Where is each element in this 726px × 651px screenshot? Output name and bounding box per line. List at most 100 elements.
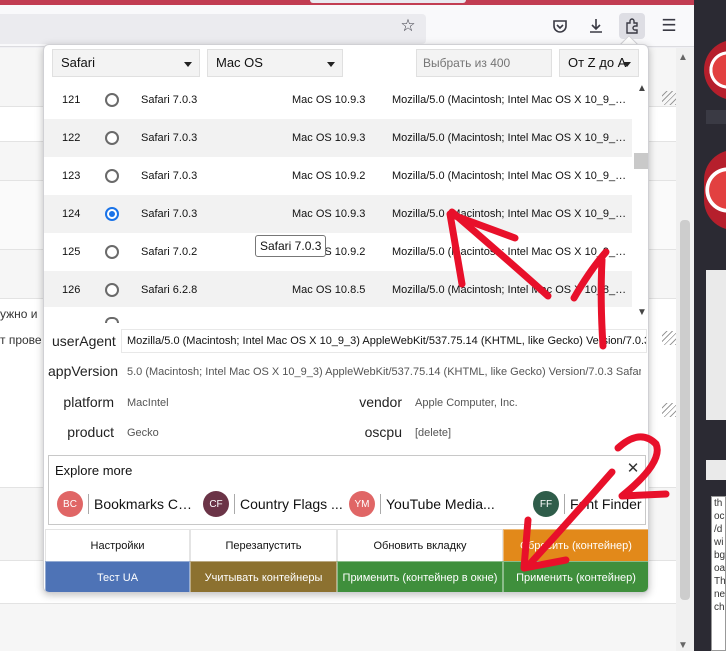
table-row[interactable]: 126 Safari 6.2.8 Mac OS 10.8.5 Mozilla/5.0 … xyxy=(44,271,632,307)
oscpu-value: [delete] xyxy=(415,427,452,439)
row-useragent: Mozilla/5.0 (Macintosh; Intel Mac OS X 1… xyxy=(392,170,628,182)
table-row[interactable]: 122 Safari 7.0.3 Mac OS 10.9.3 Mozilla/5.0 … xyxy=(44,119,632,157)
row-useragent: Mozilla/5.0 (Macintosh; Intel Mac OS X 1… xyxy=(392,284,628,296)
os-filter-select[interactable]: Mac OS xyxy=(207,49,343,77)
extension-name: Country Flags ... xyxy=(240,496,343,512)
side-text-box: th oc/d wi bg oa Th ne ch xyxy=(711,496,726,651)
row-number: 126 xyxy=(62,284,81,296)
apply-container-window-button[interactable]: Применить (контейнер в окне) xyxy=(337,561,503,592)
extension-item-bookmarks[interactable]: BC Bookmarks Co... xyxy=(57,491,197,517)
pocket-icon[interactable] xyxy=(547,13,573,39)
radio-button[interactable] xyxy=(105,283,119,297)
row-useragent: Mozilla/5.0 (Macintosh; Intel Mac OS X 1… xyxy=(392,208,628,220)
radio-button[interactable] xyxy=(105,317,119,323)
table-row[interactable]: 121 Safari 7.0.3 Mac OS 10.9.3 Mozilla/5.0 … xyxy=(44,81,632,119)
product-value: Gecko xyxy=(127,427,159,439)
page-text: т прове xyxy=(0,333,42,347)
test-ua-button[interactable]: Тест UA xyxy=(45,561,190,592)
gear-icon[interactable] xyxy=(706,420,726,460)
radio-button[interactable] xyxy=(105,169,119,183)
row-number: 123 xyxy=(62,170,81,182)
settings-button[interactable]: Настройки xyxy=(45,529,190,562)
explore-more-panel: Explore more ✕ BC Bookmarks Co... CF Count… xyxy=(48,455,646,525)
list-scrollbar-thumb[interactable] xyxy=(634,153,648,169)
avatar: FF xyxy=(533,491,559,517)
chevron-down-icon xyxy=(184,62,192,67)
radio-button[interactable] xyxy=(105,207,119,221)
row-browser: Safari 6.2.8 xyxy=(141,284,198,296)
table-row[interactable]: 123 Safari 7.0.3 Mac OS 10.9.2 Mozilla/5.0 … xyxy=(44,157,632,195)
radio-button[interactable] xyxy=(105,93,119,107)
row-browser: Safari 7.0.3 xyxy=(141,208,198,220)
consider-containers-button[interactable]: Учитывать контейнеры xyxy=(190,561,337,592)
row-browser: Safari 7.0.2 xyxy=(141,246,198,258)
side-panel-strip xyxy=(706,110,726,124)
resize-grip-icon[interactable] xyxy=(662,91,676,105)
avatar: BC xyxy=(57,491,83,517)
extension-item-youtube-media[interactable]: YM YouTube Media... xyxy=(349,491,495,517)
download-icon[interactable] xyxy=(583,13,609,39)
browser-filter-select[interactable]: Safari xyxy=(52,49,200,77)
row-useragent: Mozilla/5.0 (Macintosh; Intel Mac OS X 1… xyxy=(392,246,628,258)
extension-item-font-finder[interactable]: FF Font Finder xyxy=(533,491,643,517)
extensions-icon[interactable] xyxy=(619,13,645,39)
extension-name: YouTube Media... xyxy=(386,496,495,512)
row-number: 122 xyxy=(62,132,81,144)
row-browser: Safari 7.0.3 xyxy=(141,132,198,144)
table-row[interactable]: 124 Safari 7.0.3 Mac OS 10.9.3 Mozilla/5.0 … xyxy=(44,195,632,233)
resize-grip-icon[interactable] xyxy=(662,331,676,345)
vendor-label: vendor xyxy=(359,394,402,410)
appversion-label: appVersion xyxy=(48,363,119,379)
star-icon[interactable]: ☆ xyxy=(395,13,421,39)
row-number: 121 xyxy=(62,94,81,106)
page-scrollbar-thumb[interactable] xyxy=(680,220,690,600)
row-os: Mac OS 10.8.5 xyxy=(292,284,366,296)
search-input[interactable] xyxy=(416,49,552,77)
chevron-down-icon xyxy=(623,62,631,67)
url-bar[interactable] xyxy=(0,14,426,44)
platform-label: platform xyxy=(63,394,114,410)
product-label: product xyxy=(67,424,114,440)
row-number: 125 xyxy=(62,246,81,258)
tooltip: Safari 7.0.3 xyxy=(255,235,327,257)
appversion-value: 5.0 (Macintosh; Intel Mac OS X 10_9_3) A… xyxy=(127,366,641,378)
resize-grip-icon[interactable] xyxy=(662,403,676,417)
active-tab[interactable] xyxy=(310,0,466,3)
vendor-value: Apple Computer, Inc. xyxy=(415,397,518,409)
radio-button[interactable] xyxy=(105,245,119,259)
row-useragent: Mozilla/5.0 (Macintosh; Intel Mac OS X 1… xyxy=(392,132,628,144)
apply-container-button[interactable]: Применить (контейнер) xyxy=(503,561,648,592)
refresh-tab-button[interactable]: Обновить вкладку xyxy=(337,529,503,562)
chevron-down-icon[interactable]: ▼ xyxy=(637,307,647,318)
page-text: ужно и xyxy=(0,307,38,321)
row-useragent: Mozilla/5.0 (Macintosh; Intel Mac OS X 1… xyxy=(392,94,628,106)
close-icon[interactable]: ✕ xyxy=(624,460,642,478)
row-browser: Safari 7.0.3 xyxy=(141,170,198,182)
row-os: Mac OS 10.9.3 xyxy=(292,94,366,106)
sort-select[interactable]: От Z до A xyxy=(559,49,639,77)
extension-name: Font Finder xyxy=(570,496,642,512)
row-os: Mac OS 10.9.3 xyxy=(292,132,366,144)
row-os: Mac OS 10.9.3 xyxy=(292,208,366,220)
useragent-label: userAgent xyxy=(52,333,116,349)
avatar: CF xyxy=(203,491,229,517)
filter-bar: Safari Mac OS От Z до A xyxy=(44,45,648,81)
reset-container-button[interactable]: Сбросить (контейнер) xyxy=(503,529,648,562)
user-agent-list: 121 Safari 7.0.3 Mac OS 10.9.3 Mozilla/5.0 … xyxy=(44,81,632,307)
table-row[interactable]: 125 Safari 7.0.2 Mac OS 10.9.2 Mozilla/5.0 … xyxy=(44,233,632,271)
explore-more-title: Explore more xyxy=(55,463,133,478)
oscpu-label: oscpu xyxy=(364,424,402,440)
platform-value: MacIntel xyxy=(127,397,169,409)
useragent-field[interactable] xyxy=(121,329,647,353)
row-number: 124 xyxy=(62,208,81,220)
radio-button[interactable] xyxy=(105,131,119,145)
scroll-up-icon[interactable]: ▲ xyxy=(678,52,688,63)
extension-name: Bookmarks Co... xyxy=(94,496,197,512)
browser-toolbar: ☆ ☰ xyxy=(0,5,694,47)
restart-button[interactable]: Перезапустить xyxy=(190,529,337,562)
menu-icon[interactable]: ☰ xyxy=(656,13,682,39)
chevron-up-icon[interactable]: ▲ xyxy=(637,83,647,94)
list-scrollbar[interactable]: ▲ ▼ xyxy=(632,81,648,321)
scroll-down-icon[interactable]: ▼ xyxy=(678,640,688,651)
extension-item-country-flags[interactable]: CF Country Flags ... xyxy=(203,491,343,517)
